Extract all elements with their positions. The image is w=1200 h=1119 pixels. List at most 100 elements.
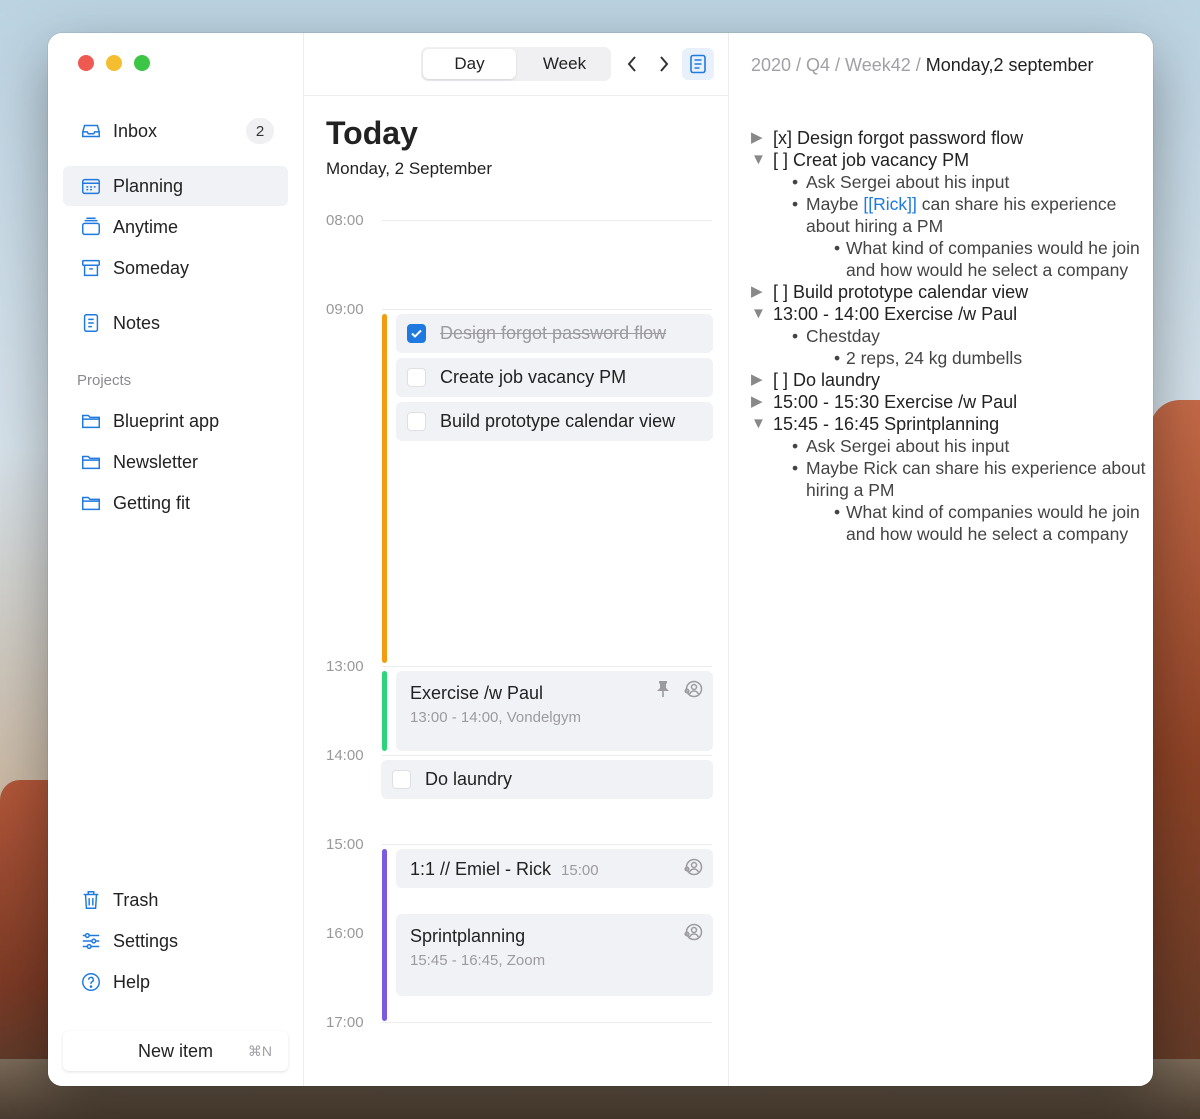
disclosure-collapsed-icon[interactable]: ▶ (751, 281, 763, 303)
sidebar-item-project-getting-fit[interactable]: Getting fit (63, 483, 288, 523)
hour-gridline (382, 309, 712, 310)
disclosure-expanded-icon[interactable]: ▼ (751, 303, 766, 325)
app-window: Inbox 2 Planning Anytime Someday Notes P… (48, 33, 1153, 1086)
outline-line[interactable]: ▼ [ ] Creat job vacancy PM (751, 149, 1146, 171)
sidebar-item-planning[interactable]: Planning (63, 166, 288, 206)
sidebar-item-project-blueprint-app[interactable]: Blueprint app (63, 401, 288, 441)
sidebar-item-settings[interactable]: Settings (63, 921, 288, 961)
outline-line-text: 15:00 - 15:30 Exercise /w Paul (773, 392, 1018, 412)
task-card[interactable]: Design forgot password flow (396, 314, 713, 353)
zoom-window-button[interactable] (134, 55, 150, 71)
breadcrumb-path[interactable]: 2020 / Q4 / Week42 / (751, 55, 926, 75)
sidebar-item-help[interactable]: Help (63, 962, 288, 1002)
outline-line-text: [ ] Creat job vacancy PM (773, 150, 970, 170)
sidebar-item-notes[interactable]: Notes (63, 303, 288, 343)
hour-gridline (382, 844, 712, 845)
sidebar-item-label: Notes (113, 312, 161, 333)
wiki-link[interactable]: [[Rick]] (863, 194, 916, 214)
disclosure-collapsed-icon[interactable]: ▶ (751, 391, 763, 413)
outline-line[interactable]: ▼ 13:00 - 14:00 Exercise /w Paul (751, 303, 1146, 325)
outline-line[interactable]: Maybe Rick can share his experience abou… (751, 457, 1146, 501)
notes-icon (79, 311, 103, 335)
sidebar-item-inbox[interactable]: Inbox 2 (63, 111, 288, 151)
morning-block-bar (382, 314, 387, 663)
folder-icon (79, 491, 103, 515)
shared-people-icon (683, 679, 703, 699)
outline-line-text: Ask Sergei about his input (806, 172, 1010, 192)
exercise-block-bar (382, 671, 387, 751)
checkmark-icon (411, 329, 422, 338)
calendar-toolbar: Day Week (304, 33, 728, 96)
notes-outline[interactable]: ▶ [x] Design forgot password flow ▼ [ ] Cre… (751, 127, 1146, 545)
sidebar-item-project-newsletter[interactable]: Newsletter (63, 442, 288, 482)
minimize-window-button[interactable] (106, 55, 122, 71)
task-checkbox[interactable] (392, 770, 411, 789)
task-checkbox[interactable] (407, 368, 426, 387)
task-card[interactable]: Build prototype calendar view (396, 402, 713, 441)
afternoon-block-bar (382, 849, 387, 1021)
toggle-notes-button[interactable] (682, 48, 714, 80)
event-title: 1:1 // Emiel - Rick (410, 859, 552, 879)
event-details: 13:00 - 14:00, Vondelgym (410, 709, 581, 726)
outline-line[interactable]: ▶ 15:00 - 15:30 Exercise /w Paul (751, 391, 1146, 413)
sidebar-item-label: Blueprint app (113, 410, 220, 431)
sidebar-item-anytime[interactable]: Anytime (63, 207, 288, 247)
close-window-button[interactable] (78, 55, 94, 71)
chevron-left-icon (627, 56, 636, 72)
outline-line[interactable]: What kind of companies would he join and… (751, 501, 1146, 545)
sidebar-item-trash[interactable]: Trash (63, 880, 288, 920)
outline-line-text: What kind of companies would he join and… (846, 502, 1140, 544)
outline-line[interactable]: ▶ [x] Design forgot password flow (751, 127, 1146, 149)
day-view: Day Week Today Monday, 2 September 08:00… (304, 33, 729, 1086)
tab-week[interactable]: Week (518, 47, 611, 81)
sidebar-item-label: Getting fit (113, 492, 191, 513)
event-card-one-on-one[interactable]: 1:1 // Emiel - Rick 15:00 (396, 849, 713, 888)
hour-label: 13:00 (326, 658, 364, 675)
hour-label: 08:00 (326, 212, 364, 229)
outline-line[interactable]: ▼ 15:45 - 16:45 Sprintplanning (751, 413, 1146, 435)
new-item-label: New item (137, 1040, 213, 1061)
event-card-sprintplanning[interactable]: Sprintplanning 15:45 - 16:45, Zoom (396, 914, 713, 996)
projects-section-label: Projects (77, 372, 132, 389)
outline-line[interactable]: Ask Sergei about his input (751, 435, 1146, 457)
outline-line[interactable]: ▶ [ ] Build prototype calendar view (751, 281, 1146, 303)
tab-day[interactable]: Day (423, 49, 516, 79)
event-time: 15:00 (561, 862, 599, 879)
disclosure-expanded-icon[interactable]: ▼ (751, 413, 766, 435)
event-card-exercise[interactable]: Exercise /w Paul 13:00 - 14:00, Vondelgy… (396, 671, 713, 751)
outline-line-text: Ask Sergei about his input (806, 436, 1010, 456)
outline-line[interactable]: Chestday (751, 325, 1146, 347)
task-checkbox[interactable] (407, 412, 426, 431)
disclosure-collapsed-icon[interactable]: ▶ (751, 127, 763, 149)
hour-gridline (382, 666, 712, 667)
sidebar-item-label: Newsletter (113, 451, 199, 472)
pin-icon[interactable] (653, 679, 673, 699)
task-card[interactable]: Do laundry (381, 760, 713, 799)
outline-line[interactable]: ▶ [ ] Do laundry (751, 369, 1146, 391)
help-circle-icon (79, 970, 103, 994)
outline-line[interactable]: What kind of companies would he join and… (751, 237, 1146, 281)
previous-day-button[interactable] (621, 51, 643, 77)
sidebar-item-label: Trash (113, 889, 159, 910)
window-controls (78, 55, 150, 71)
outline-line-text: 15:45 - 16:45 Sprintplanning (773, 414, 1000, 434)
task-label: Create job vacancy PM (440, 367, 627, 387)
new-item-shortcut: ⌘N (247, 1042, 272, 1059)
outline-line[interactable]: 2 reps, 24 kg dumbells (751, 347, 1146, 369)
page-title: Today (326, 115, 418, 151)
hour-label: 16:00 (326, 925, 364, 942)
outline-line-text: Maybe [[Rick]] can share his experience … (806, 194, 1117, 236)
hour-gridline (382, 220, 712, 221)
outline-line[interactable]: Ask Sergei about his input (751, 171, 1146, 193)
outline-line[interactable]: Maybe [[Rick]] can share his experience … (751, 193, 1146, 237)
page-subtitle-date: Monday, 2 September (326, 159, 492, 178)
next-day-button[interactable] (653, 51, 675, 77)
task-card[interactable]: Create job vacancy PM (396, 358, 713, 397)
new-item-button[interactable]: New item ⌘N (63, 1031, 288, 1071)
sidebar-item-someday[interactable]: Someday (63, 248, 288, 288)
chevron-right-icon (660, 56, 669, 72)
hour-gridline (382, 1022, 712, 1023)
task-checkbox-checked[interactable] (407, 324, 426, 343)
disclosure-expanded-icon[interactable]: ▼ (751, 149, 766, 171)
disclosure-collapsed-icon[interactable]: ▶ (751, 369, 763, 391)
